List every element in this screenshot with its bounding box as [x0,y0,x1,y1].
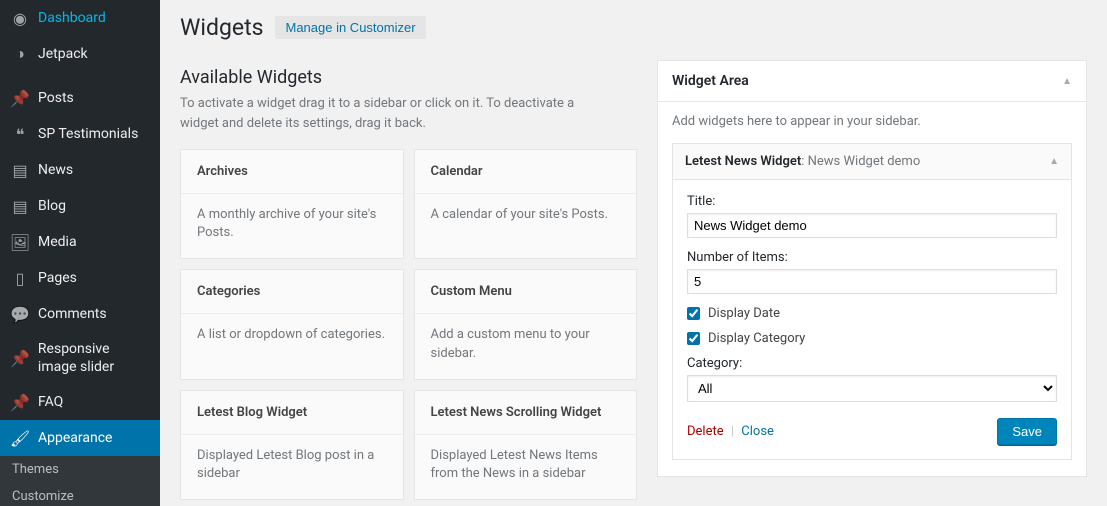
widget-desc: Displayed Letest News Items from the New… [415,435,637,499]
save-button[interactable]: Save [997,418,1057,445]
brush-icon: 🖌 [10,428,30,448]
sidebar-item-faq[interactable]: 📌 FAQ [0,384,160,420]
category-select[interactable]: All [687,375,1057,402]
widget-desc: Displayed Letest Blog post in a sidebar [181,435,403,499]
widget-desc: A list or dropdown of categories. [181,314,403,360]
widget-title: Archives [181,150,403,194]
comment-icon: 💬 [10,304,30,324]
widget-card[interactable]: CalendarA calendar of your site's Posts. [414,149,638,259]
widget-grid: ArchivesA monthly archive of your site's… [180,149,637,506]
sidebar-item-testimonials[interactable]: ❝ SP Testimonials [0,116,160,152]
admin-sidebar: ◉ Dashboard ◑ Jetpack 📌 Posts ❝ SP Testimoni… [0,0,160,506]
widget-instance-body: Title: Number of Items: Display Date Dis… [672,180,1072,460]
widget-title: Letest Blog Widget [181,391,403,435]
widget-card[interactable]: Custom MenuAdd a custom menu to your sid… [414,269,638,379]
widget-desc: A monthly archive of your site's Posts. [181,194,403,258]
widget-instance-name: Letest News Widget [685,154,801,169]
sidebar-item-label: Appearance [38,430,112,446]
jetpack-icon: ◑ [10,44,30,64]
display-category-label: Display Category [708,331,805,346]
title-label: Title: [687,194,1057,209]
pin-icon: 📌 [10,348,30,368]
delete-link[interactable]: Delete [687,424,724,439]
sidebar-item-appearance[interactable]: 🖌 Appearance [0,420,160,456]
manage-customizer-button[interactable]: Manage in Customizer [275,16,425,39]
category-label: Category: [687,356,1057,371]
widget-area-body: Add widgets here to appear in your sideb… [657,102,1087,477]
sidebar-sub-themes[interactable]: Themes [0,456,160,483]
widget-area-title: Widget Area [672,73,749,89]
sidebar-item-label: Comments [38,306,107,322]
sidebar-item-media[interactable]: 🖼 Media [0,224,160,260]
display-date-label: Display Date [708,306,780,321]
sidebar-sub-customize[interactable]: Customize [0,483,160,506]
num-items-label: Number of Items: [687,250,1057,265]
display-category-checkbox[interactable] [687,332,700,345]
widget-desc: Add a custom menu to your sidebar. [415,314,637,378]
widget-area-desc: Add widgets here to appear in your sideb… [672,114,1072,129]
widget-card[interactable]: ArchivesA monthly archive of your site's… [180,149,404,259]
sidebar-item-slider[interactable]: 📌 Responsive image slider [0,332,160,384]
widget-area-header[interactable]: Widget Area ▲ [657,60,1087,102]
widget-card[interactable]: Letest News Scrolling WidgetDisplayed Le… [414,390,638,500]
page-title: Widgets [180,14,263,41]
quote-icon: ❝ [10,124,30,144]
sidebar-item-label: Blog [38,198,66,214]
sidebar-item-label: Media [38,234,77,250]
page-icon: ▯ [10,268,30,288]
sidebar-submenu: Themes Customize [0,456,160,506]
chevron-up-icon: ▲ [1062,76,1072,87]
widget-instance-header[interactable]: Letest News Widget: News Widget demo ▲ [672,143,1072,180]
sidebar-item-jetpack[interactable]: ◑ Jetpack [0,36,160,72]
sidebar-item-label: SP Testimonials [38,126,138,142]
media-icon: 🖼 [10,232,30,252]
sidebar-item-blog[interactable]: ▤ Blog [0,188,160,224]
pin-icon: 📌 [10,392,30,412]
sidebar-item-comments[interactable]: 💬 Comments [0,296,160,332]
sidebar-item-pages[interactable]: ▯ Pages [0,260,160,296]
dashboard-icon: ◉ [10,8,30,28]
widget-title: Letest News Scrolling Widget [415,391,637,435]
available-widgets-title: Available Widgets [180,67,637,88]
sidebar-item-label: Pages [38,270,77,286]
widget-desc: A calendar of your site's Posts. [415,194,637,240]
sidebar-item-dashboard[interactable]: ◉ Dashboard [0,0,160,36]
widget-instance-subtitle: : News Widget demo [801,154,920,169]
sidebar-item-label: Dashboard [38,10,106,26]
main-content: Widgets Manage in Customizer Available W… [160,0,1107,506]
display-date-checkbox[interactable] [687,307,700,320]
sidebar-item-news[interactable]: ▤ News [0,152,160,188]
list-icon: ▤ [10,196,30,216]
pin-icon: 📌 [10,88,30,108]
list-icon: ▤ [10,160,30,180]
sidebar-item-label: Responsive image slider [38,340,150,376]
title-input[interactable] [687,213,1057,238]
sidebar-item-posts[interactable]: 📌 Posts [0,80,160,116]
widget-card[interactable]: Letest Blog WidgetDisplayed Letest Blog … [180,390,404,500]
close-link[interactable]: Close [741,424,774,439]
available-widgets-desc: To activate a widget drag it to a sideba… [180,94,600,133]
widget-card[interactable]: CategoriesA list or dropdown of categori… [180,269,404,379]
sidebar-item-label: Jetpack [38,46,88,62]
widget-title: Categories [181,270,403,314]
num-items-input[interactable] [687,269,1057,294]
widget-title: Calendar [415,150,637,194]
sidebar-item-label: FAQ [38,394,63,410]
sidebar-item-label: News [38,162,73,178]
widget-title: Custom Menu [415,270,637,314]
sidebar-item-label: Posts [38,90,74,106]
chevron-up-icon: ▲ [1049,156,1059,167]
